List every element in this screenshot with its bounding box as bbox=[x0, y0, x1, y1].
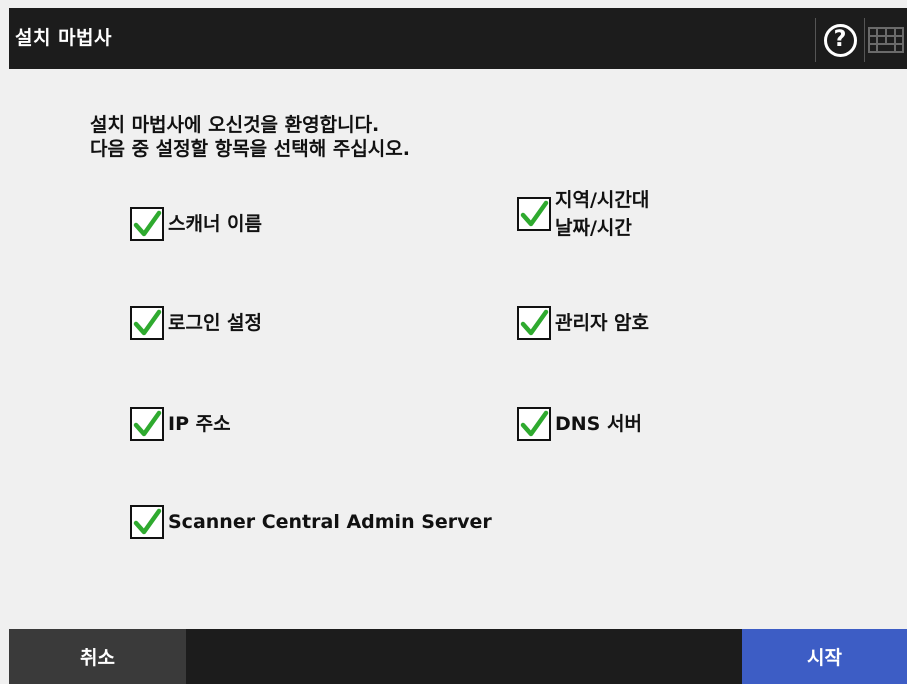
intro-text: 설치 마법사에 오신것을 환영합니다. 다음 중 설정할 항목을 선택해 주십시… bbox=[90, 113, 410, 161]
window-title: 설치 마법사 bbox=[15, 27, 113, 49]
help-icon: ? bbox=[823, 23, 857, 57]
keyboard-icon bbox=[868, 27, 904, 53]
intro-line-1: 설치 마법사에 오신것을 환영합니다. bbox=[90, 114, 380, 136]
scanner-name-option[interactable]: 스캐너 이름 bbox=[130, 207, 262, 241]
start-button[interactable]: 시작 bbox=[742, 629, 907, 684]
wizard-content: 설치 마법사에 오신것을 환영합니다. 다음 중 설정할 항목을 선택해 주십시… bbox=[9, 69, 907, 629]
checkmark-icon bbox=[133, 410, 162, 437]
region-datetime-label: 지역/시간대 날짜/시간 bbox=[555, 186, 649, 242]
title-bar: 설치 마법사 ? bbox=[9, 8, 907, 69]
admin-password-option[interactable]: 관리자 암호 bbox=[517, 306, 649, 340]
date-time-label: 날짜/시간 bbox=[555, 217, 632, 239]
ip-address-option[interactable]: IP 주소 bbox=[130, 407, 231, 441]
keyboard-button[interactable] bbox=[865, 22, 907, 58]
help-button[interactable]: ? bbox=[815, 18, 865, 62]
admin-password-checkbox[interactable] bbox=[517, 306, 551, 340]
central-admin-option[interactable]: Scanner Central Admin Server bbox=[130, 505, 492, 539]
checkmark-icon bbox=[520, 200, 549, 227]
region-datetime-option[interactable]: 지역/시간대 날짜/시간 bbox=[517, 186, 649, 242]
checkmark-icon bbox=[133, 210, 162, 237]
cancel-button[interactable]: 취소 bbox=[9, 629, 186, 684]
admin-password-label: 관리자 암호 bbox=[555, 312, 650, 334]
intro-line-2: 다음 중 설정할 항목을 선택해 주십시오. bbox=[90, 138, 410, 160]
login-settings-option[interactable]: 로그인 설정 bbox=[130, 306, 262, 340]
checkmark-icon bbox=[133, 508, 162, 535]
dns-server-checkbox[interactable] bbox=[517, 407, 551, 441]
checkmark-icon bbox=[133, 309, 162, 336]
checkmark-icon bbox=[520, 309, 549, 336]
dns-server-label: DNS 서버 bbox=[555, 413, 642, 435]
central-admin-label: Scanner Central Admin Server bbox=[168, 511, 492, 533]
checkmark-icon bbox=[520, 410, 549, 437]
scanner-name-label: 스캐너 이름 bbox=[168, 213, 263, 235]
login-settings-label: 로그인 설정 bbox=[168, 312, 263, 334]
scanner-name-checkbox[interactable] bbox=[130, 207, 164, 241]
bottom-bar: 취소 시작 bbox=[9, 629, 907, 684]
region-timezone-label: 지역/시간대 bbox=[555, 189, 650, 211]
login-settings-checkbox[interactable] bbox=[130, 306, 164, 340]
dns-server-option[interactable]: DNS 서버 bbox=[517, 407, 642, 441]
region-datetime-checkbox[interactable] bbox=[517, 197, 551, 231]
central-admin-checkbox[interactable] bbox=[130, 505, 164, 539]
ip-address-checkbox[interactable] bbox=[130, 407, 164, 441]
ip-address-label: IP 주소 bbox=[168, 413, 231, 435]
